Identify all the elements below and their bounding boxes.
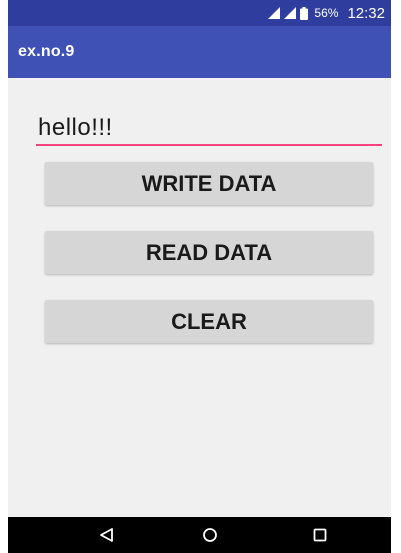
app-title: ex.no.9 (18, 43, 75, 60)
signal-icon (284, 7, 297, 19)
phone-screen: 56% 12:32 ex.no.9 hello!!! WRITE DATA RE… (8, 0, 391, 553)
back-icon (100, 528, 113, 542)
data-input-value[interactable]: hello!!! (38, 114, 113, 142)
home-button[interactable] (180, 517, 240, 553)
main-content: hello!!! WRITE DATA READ DATA CLEAR (8, 78, 391, 517)
signal-icon (268, 7, 281, 19)
write-data-button[interactable]: WRITE DATA (45, 162, 373, 205)
clear-button[interactable]: CLEAR (45, 300, 373, 343)
read-data-button[interactable]: READ DATA (45, 231, 373, 274)
back-button[interactable] (76, 517, 136, 553)
status-clock: 12:32 (347, 4, 385, 22)
status-bar: 56% 12:32 (8, 0, 391, 26)
recent-apps-icon (313, 528, 327, 542)
battery-icon (300, 6, 309, 20)
battery-percentage: 56% (314, 6, 339, 20)
data-input-field[interactable]: hello!!! (36, 112, 382, 146)
recent-apps-button[interactable] (290, 517, 350, 553)
navigation-bar (8, 517, 391, 553)
home-icon (203, 528, 217, 542)
status-icons: 56% 12:32 (268, 5, 385, 22)
app-bar: ex.no.9 (8, 26, 391, 78)
